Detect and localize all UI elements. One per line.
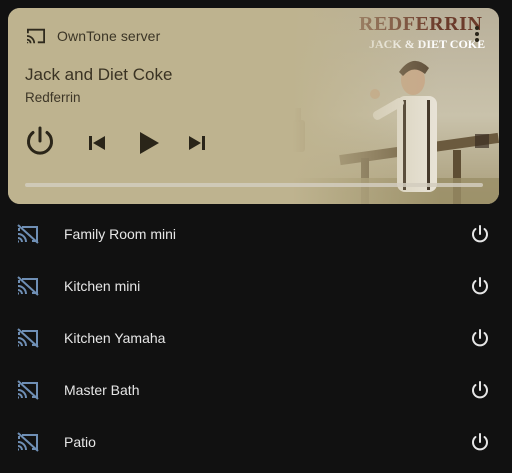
- album-art-title-text: JACK & DIET COKE: [369, 37, 485, 51]
- cast-off-icon: [17, 276, 39, 296]
- cast-off-icon: [17, 380, 39, 400]
- server-name: OwnTone server: [57, 28, 161, 44]
- album-art-artist-text: REDFERRIN: [359, 13, 482, 35]
- device-power-button[interactable]: [470, 224, 490, 244]
- device-name: Kitchen mini: [64, 278, 141, 294]
- device-row-master-bath[interactable]: Master Bath: [0, 364, 512, 416]
- track-artist: Redferrin: [25, 90, 81, 105]
- cast-off-icon: [17, 224, 39, 244]
- play-icon: [140, 132, 159, 154]
- device-power-button[interactable]: [470, 276, 490, 296]
- progress-bar[interactable]: [25, 183, 483, 187]
- media-page: REDFERRIN JACK & DIET COKE OwnTone serve…: [0, 0, 512, 473]
- skip-previous-icon: [89, 136, 105, 150]
- cast-off-icon: [17, 432, 39, 452]
- power-button[interactable]: [25, 126, 55, 158]
- device-list: Family Room mini Kitchen mini Kitchen Ya…: [0, 208, 512, 468]
- device-name: Family Room mini: [64, 226, 177, 242]
- album-art: REDFERRIN JACK & DIET COKE: [249, 8, 499, 204]
- cast-off-icon: [17, 328, 39, 348]
- device-row-kitchen-yamaha[interactable]: Kitchen Yamaha: [0, 312, 512, 364]
- cast-icon: [27, 28, 45, 44]
- more-vertical-icon: [475, 26, 479, 30]
- device-power-button[interactable]: [470, 432, 490, 452]
- device-power-button[interactable]: [470, 380, 490, 400]
- play-button[interactable]: [137, 130, 161, 156]
- card-header: OwnTone server: [25, 24, 160, 48]
- device-name: Master Bath: [64, 382, 140, 398]
- previous-button[interactable]: [88, 134, 106, 152]
- media-player-card[interactable]: REDFERRIN JACK & DIET COKE OwnTone serve…: [8, 8, 499, 204]
- track-title: Jack and Diet Coke: [25, 65, 173, 84]
- device-row-family-room-mini[interactable]: Family Room mini: [0, 208, 512, 260]
- device-row-kitchen-mini[interactable]: Kitchen mini: [0, 260, 512, 312]
- device-power-button[interactable]: [470, 328, 490, 348]
- device-name: Kitchen Yamaha: [64, 330, 166, 346]
- skip-next-icon: [189, 136, 205, 150]
- more-options-button[interactable]: [473, 26, 481, 46]
- device-name: Patio: [64, 434, 96, 450]
- next-button[interactable]: [188, 134, 206, 152]
- device-row-patio[interactable]: Patio: [0, 416, 512, 468]
- power-icon: [27, 126, 53, 155]
